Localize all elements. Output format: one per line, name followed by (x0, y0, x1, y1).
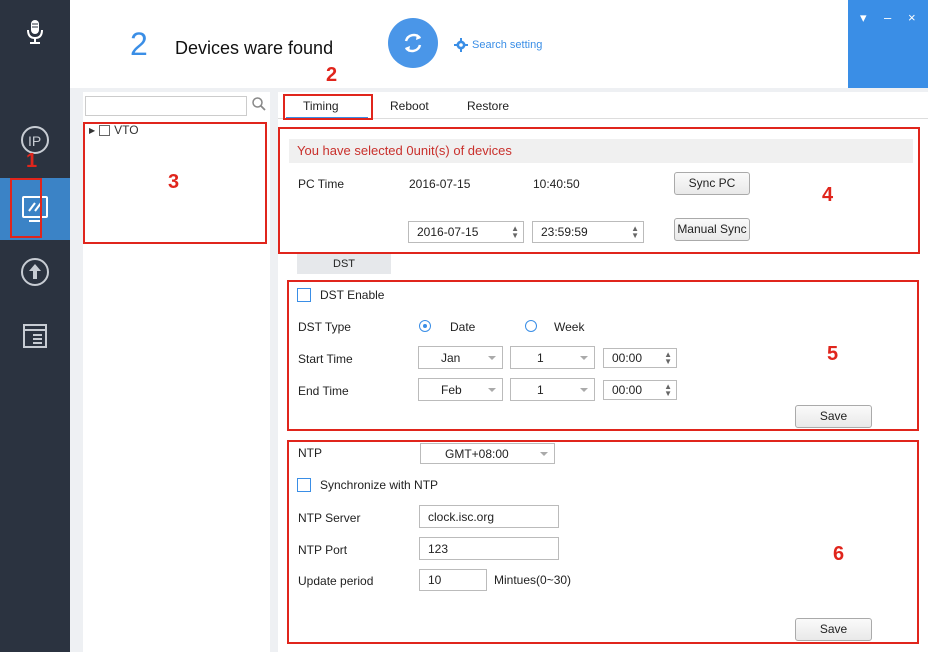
window-controls: ▾ – × (848, 0, 928, 88)
annotation-number-3: 3 (168, 171, 180, 193)
dst-tab[interactable]: DST (297, 254, 391, 274)
annotation-box-2 (283, 94, 373, 120)
gear-icon (454, 38, 468, 52)
tab-restore[interactable]: Restore (467, 99, 509, 113)
search-setting-label: Search setting (472, 39, 543, 51)
annotation-number-4: 4 (822, 184, 834, 206)
search-setting-link[interactable]: Search setting (454, 38, 542, 52)
menu-dropdown-icon[interactable]: ▾ (860, 10, 867, 26)
refresh-icon (404, 33, 422, 53)
tab-bar: Timing Reboot Restore (278, 92, 928, 119)
svg-text:IP: IP (28, 133, 41, 149)
annotation-box-1 (10, 178, 42, 238)
device-found-text: Devices ware found (175, 38, 334, 58)
annotation-box-5 (287, 280, 919, 431)
minimize-icon[interactable]: – (884, 10, 891, 25)
device-search-input[interactable] (85, 96, 247, 116)
refresh-button[interactable] (388, 18, 438, 68)
microphone-icon[interactable] (15, 12, 55, 52)
tab-reboot[interactable]: Reboot (390, 99, 429, 113)
header: 2 Devices ware found Search setting ▾ – … (70, 0, 928, 88)
annotation-number-6: 6 (833, 543, 845, 565)
annotation-number-5: 5 (827, 343, 839, 365)
log-icon[interactable] (15, 316, 55, 356)
upgrade-icon[interactable] (15, 252, 55, 292)
annotation-box-6 (287, 440, 919, 644)
sidebar: IP (0, 0, 70, 652)
annotation-number-1: 1 (26, 150, 38, 172)
annotation-number-2: 2 (326, 64, 338, 86)
search-icon[interactable] (251, 96, 267, 115)
device-count: 2 (130, 26, 148, 62)
close-icon[interactable]: × (908, 10, 916, 25)
